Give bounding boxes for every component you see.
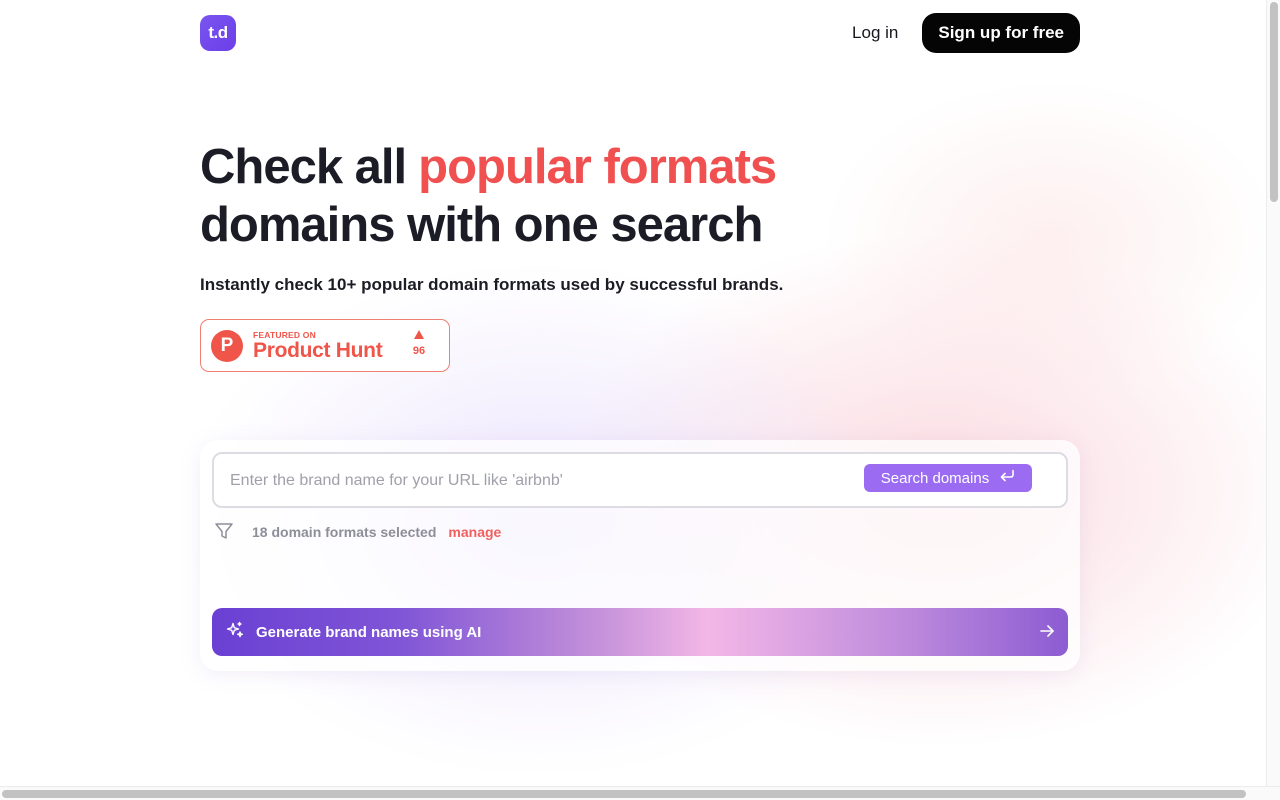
product-hunt-logo-icon: P <box>211 329 243 362</box>
formats-selected-count: 18 domain formats selected <box>252 524 437 540</box>
domain-format-filter: 18 domain formats selected manage <box>214 522 501 542</box>
login-link[interactable]: Log in <box>852 23 898 43</box>
hero-title-accent: popular formats <box>418 140 777 194</box>
hero-title-part2: domains with one search <box>200 198 763 252</box>
product-hunt-name: Product Hunt <box>253 338 383 362</box>
filter-funnel-icon[interactable] <box>214 521 234 544</box>
hero-title: Check all popular formats domains with on… <box>200 138 920 254</box>
product-hunt-votes: 96 <box>411 330 427 357</box>
hero-title-part1: Check all <box>200 140 407 194</box>
product-hunt-featured: FEATURED ON <box>253 329 316 340</box>
search-domains-button[interactable]: Search domains <box>864 464 1032 492</box>
vertical-scrollbar[interactable] <box>1266 0 1280 786</box>
hero-subtitle: Instantly check 10+ popular domain forma… <box>200 275 784 294</box>
signup-button[interactable]: Sign up for free <box>922 13 1080 53</box>
horizontal-scrollbar[interactable] <box>0 786 1280 800</box>
search-card: Search domains 18 domain formats selecte… <box>200 440 1080 671</box>
nav-actions: Log in Sign up for free <box>852 13 1080 53</box>
product-hunt-badge[interactable]: P FEATURED ON Product Hunt 96 <box>200 319 450 372</box>
search-domains-label: Search domains <box>880 469 990 487</box>
generate-ai-names-button[interactable]: Generate brand names using AI <box>212 608 1068 656</box>
manage-formats-link[interactable]: manage <box>448 524 501 540</box>
enter-return-icon <box>999 469 1015 487</box>
top-nav: t.d Log in Sign up for free <box>200 13 1080 53</box>
generate-ai-names-label: Generate brand names using AI <box>256 623 482 641</box>
product-hunt-text: FEATURED ON Product Hunt <box>253 329 383 362</box>
site-logo[interactable]: t.d <box>200 15 236 51</box>
product-hunt-vote-count: 96 <box>412 345 426 357</box>
upvote-triangle-icon <box>414 330 424 339</box>
brand-name-input[interactable] <box>230 467 850 495</box>
sparkles-icon <box>226 621 244 644</box>
search-box: Search domains <box>212 452 1068 508</box>
arrow-right-icon <box>1038 622 1056 645</box>
